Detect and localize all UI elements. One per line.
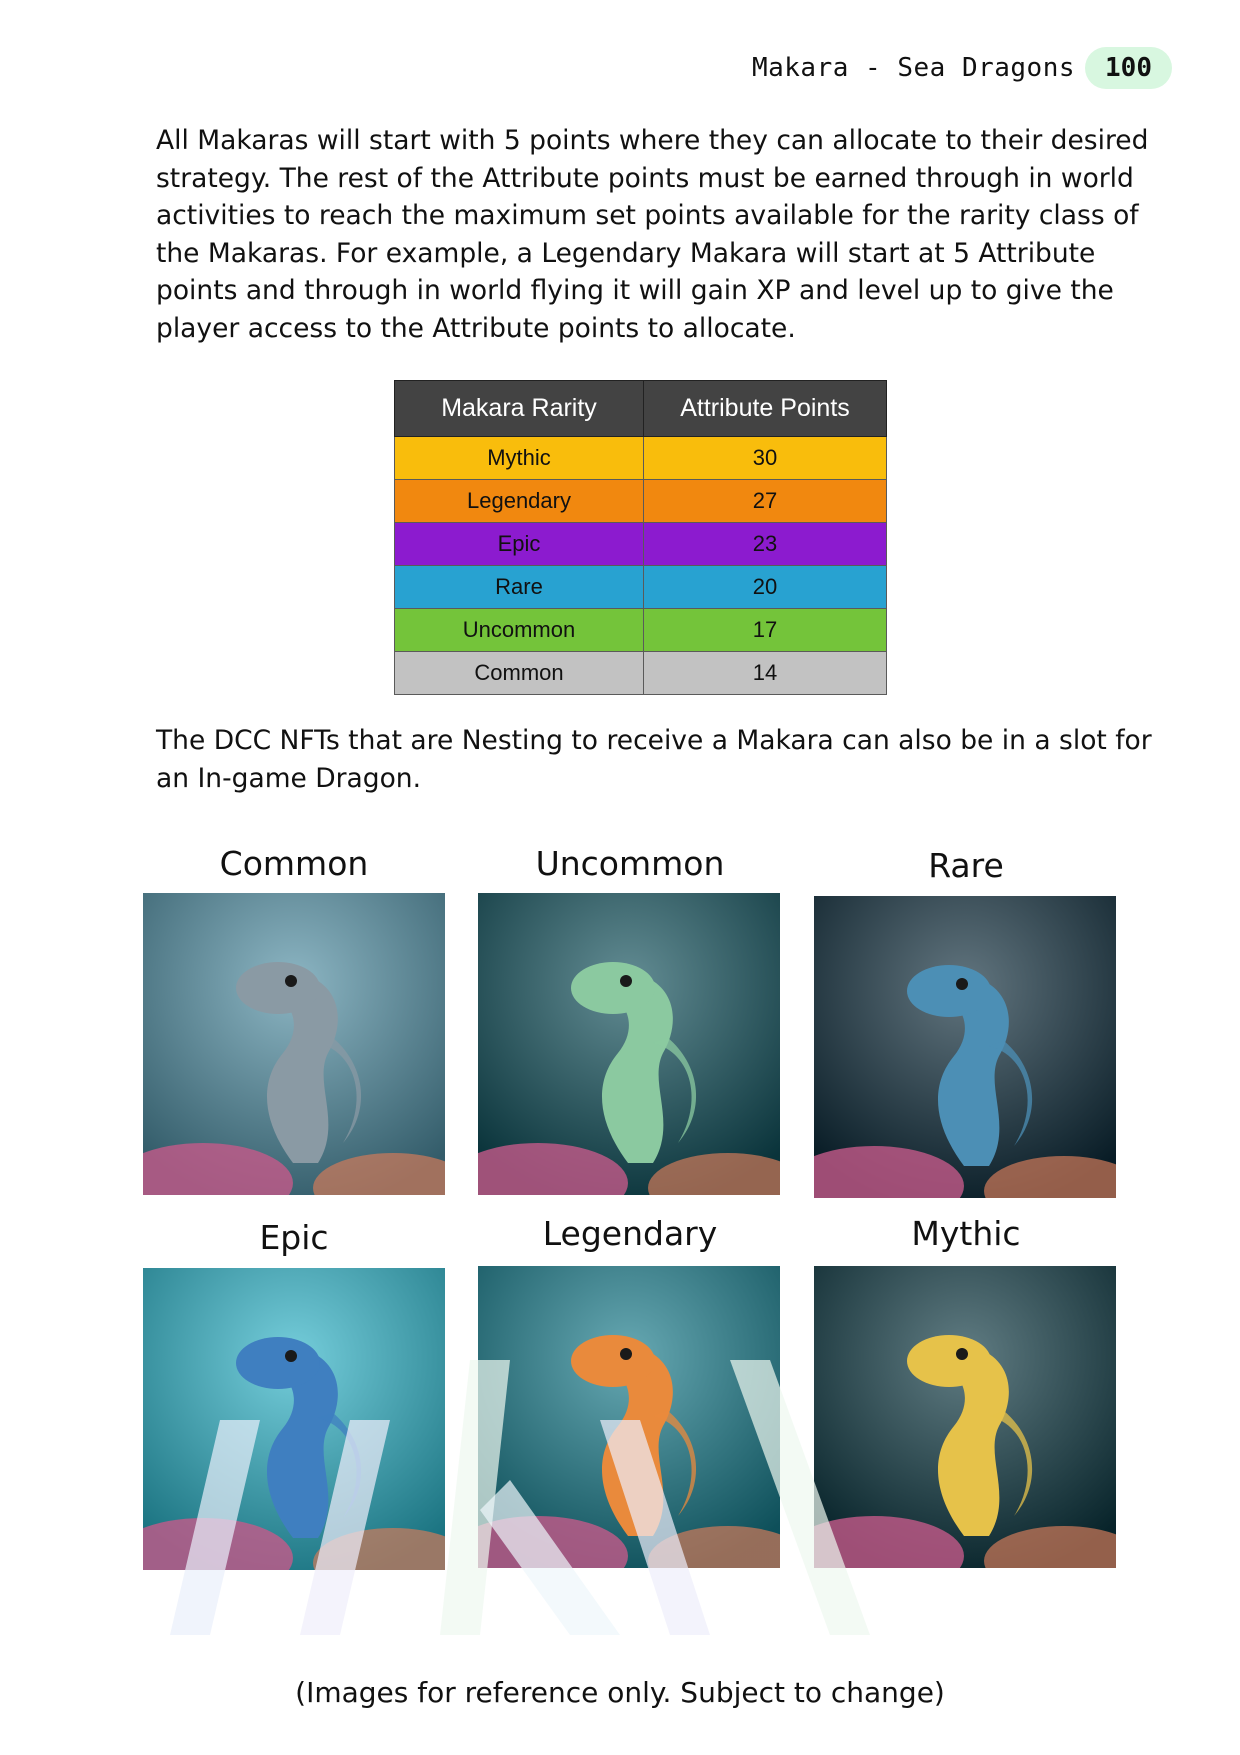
- uncommon-dragon-image: [478, 893, 780, 1195]
- green-sea-dragon-image: [478, 893, 780, 1195]
- gallery-label-uncommon: Uncommon: [535, 844, 725, 883]
- table-row: Common 14: [394, 651, 887, 695]
- points-cell: 30: [643, 436, 887, 480]
- points-cell: 14: [643, 651, 887, 695]
- gallery-label-common: Common: [219, 844, 369, 883]
- rarity-cell: Epic: [394, 522, 644, 566]
- rarity-cell: Common: [394, 651, 644, 695]
- points-cell: 20: [643, 565, 887, 609]
- table-row: Uncommon 17: [394, 608, 887, 652]
- table-row: Epic 23: [394, 522, 887, 566]
- table-row: Legendary 27: [394, 479, 887, 523]
- gallery-label-epic: Epic: [259, 1218, 329, 1257]
- blue-sea-dragon-image: [814, 896, 1116, 1198]
- gallery-label-legendary: Legendary: [542, 1214, 718, 1253]
- gallery-label-rare: Rare: [928, 846, 1004, 885]
- document-title: Makara - Sea Dragons: [751, 53, 1076, 83]
- points-cell: 17: [643, 608, 887, 652]
- column-header-points: Attribute Points: [643, 380, 887, 437]
- table-row: Rare 20: [394, 565, 887, 609]
- intro-paragraph: All Makaras will start with 5 points whe…: [156, 125, 1149, 344]
- points-cell: 23: [643, 522, 887, 566]
- image-caption: (Images for reference only. Subject to c…: [295, 1676, 945, 1709]
- rarity-attribute-table: Makara Rarity Attribute Points Mythic 30 L…: [394, 380, 887, 695]
- nesting-paragraph: The DCC NFTs that are Nesting to receive…: [156, 725, 1152, 794]
- gray-sea-dragon-image: [143, 893, 445, 1195]
- rarity-cell: Mythic: [394, 436, 644, 480]
- table-row: Mythic 30: [394, 436, 887, 480]
- points-cell: 27: [643, 479, 887, 523]
- rarity-cell: Uncommon: [394, 608, 644, 652]
- gallery-label-mythic: Mythic: [911, 1214, 1021, 1253]
- common-dragon-image: [143, 893, 445, 1195]
- page-number-badge: 100: [1085, 47, 1172, 89]
- rarity-cell: Rare: [394, 565, 644, 609]
- background-watermark: [170, 1360, 870, 1635]
- table-header-row: Makara Rarity Attribute Points: [394, 380, 887, 437]
- rarity-cell: Legendary: [394, 479, 644, 523]
- rare-dragon-image: [814, 896, 1116, 1198]
- page-header: Makara - Sea Dragons 100: [752, 44, 1172, 92]
- column-header-rarity: Makara Rarity: [394, 380, 644, 437]
